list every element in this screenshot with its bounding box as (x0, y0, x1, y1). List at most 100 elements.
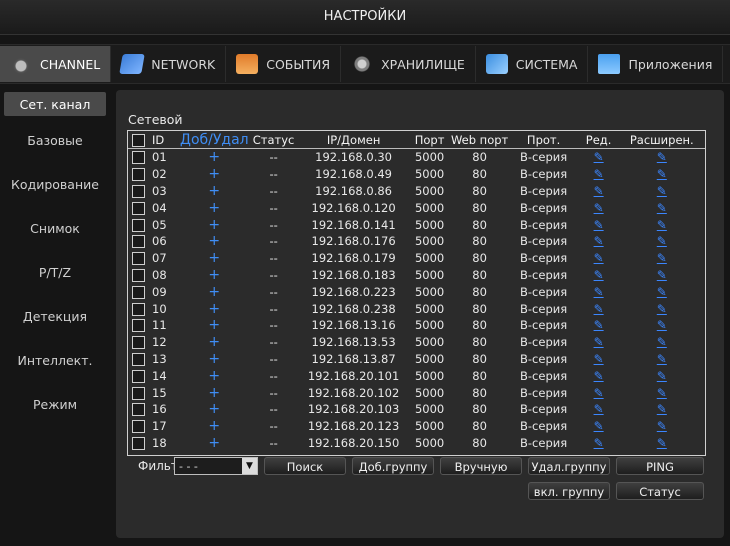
edit-pencil-icon[interactable]: ✎ (594, 184, 604, 198)
edit-pencil-icon[interactable]: ✎ (594, 167, 604, 181)
delete-group-button[interactable]: Удал.группу (528, 457, 610, 475)
filter-dropdown[interactable]: - - - ▼ (174, 457, 258, 475)
status-button[interactable]: Статус (616, 482, 704, 500)
add-channel-button[interactable]: + (180, 233, 249, 250)
edit-pencil-icon[interactable]: ✎ (594, 386, 604, 400)
edit-pencil-icon[interactable]: ✎ (594, 268, 604, 282)
row-checkbox[interactable] (131, 302, 145, 316)
add-channel-button[interactable]: + (180, 401, 249, 418)
edit-pencil-icon[interactable]: ✎ (594, 285, 604, 299)
sidebar-item[interactable]: Детекция (0, 294, 110, 338)
extended-edit-pencil-icon[interactable]: ✎ (657, 201, 667, 215)
row-checkbox[interactable] (131, 420, 145, 434)
add-channel-button[interactable]: + (180, 384, 249, 401)
add-channel-button[interactable]: + (180, 435, 249, 452)
row-checkbox[interactable] (131, 184, 145, 198)
row-checkbox[interactable] (131, 403, 145, 417)
add-channel-button[interactable]: + (180, 334, 249, 351)
row-checkbox[interactable] (131, 151, 145, 165)
add-channel-button[interactable]: + (180, 199, 249, 216)
add-channel-button[interactable]: + (180, 367, 249, 384)
extended-edit-pencil-icon[interactable]: ✎ (657, 335, 667, 349)
sidebar-item[interactable]: Кодирование (0, 162, 110, 206)
enable-group-button[interactable]: вкл. группу (528, 482, 610, 500)
extended-edit-pencil-icon[interactable]: ✎ (657, 318, 667, 332)
sidebar-item[interactable]: Снимок (0, 206, 110, 250)
extended-edit-pencil-icon[interactable]: ✎ (657, 402, 667, 416)
row-checkbox[interactable] (131, 285, 145, 299)
tab-channel[interactable]: CHANNEL (0, 46, 112, 82)
tab-events[interactable]: СОБЫТИЯ (226, 46, 342, 82)
extended-edit-pencil-icon[interactable]: ✎ (657, 167, 667, 181)
row-ip: 192.168.13.87 (311, 351, 396, 366)
add-channel-button[interactable]: + (180, 267, 249, 284)
row-status: -- (269, 402, 278, 417)
add-channel-button[interactable]: + (180, 300, 249, 317)
edit-pencil-icon[interactable]: ✎ (594, 352, 604, 366)
column-header: Статус (248, 131, 299, 149)
sidebar-item[interactable]: Базовые (0, 118, 110, 162)
row-web-port: 80 (472, 335, 487, 350)
tab-apps[interactable]: Приложения (588, 46, 724, 82)
search-button[interactable]: Поиск (264, 457, 346, 475)
sidebar-item[interactable]: P/T/Z (0, 250, 110, 294)
add-channel-button[interactable]: + (180, 216, 249, 233)
edit-pencil-icon[interactable]: ✎ (594, 335, 604, 349)
row-checkbox[interactable] (131, 369, 145, 383)
sidebar-item[interactable]: Интеллект. (0, 338, 110, 382)
add-channel-button[interactable]: + (180, 351, 249, 368)
extended-edit-pencil-icon[interactable]: ✎ (657, 436, 667, 450)
row-checkbox[interactable] (131, 252, 145, 266)
add-channel-button[interactable]: + (180, 166, 249, 183)
tab-network[interactable]: NETWORK (111, 46, 227, 82)
edit-pencil-icon[interactable]: ✎ (594, 251, 604, 265)
edit-pencil-icon[interactable]: ✎ (594, 369, 604, 383)
edit-pencil-icon[interactable]: ✎ (594, 436, 604, 450)
row-checkbox[interactable] (131, 218, 145, 232)
sidebar-item[interactable]: Режим (0, 382, 110, 426)
edit-pencil-icon[interactable]: ✎ (594, 234, 604, 248)
edit-pencil-icon[interactable]: ✎ (594, 218, 604, 232)
extended-edit-pencil-icon[interactable]: ✎ (657, 268, 667, 282)
row-checkbox[interactable] (131, 168, 145, 182)
tab-system[interactable]: СИСТЕМА (476, 46, 589, 82)
row-checkbox[interactable] (131, 268, 145, 282)
extended-edit-pencil-icon[interactable]: ✎ (657, 302, 667, 316)
extended-edit-pencil-icon[interactable]: ✎ (657, 419, 667, 433)
row-checkbox[interactable] (131, 319, 145, 333)
row-checkbox[interactable] (131, 235, 145, 249)
add-channel-button[interactable]: + (180, 149, 249, 166)
add-channel-button[interactable]: + (180, 183, 249, 200)
add-channel-button[interactable]: + (180, 317, 249, 334)
extended-edit-pencil-icon[interactable]: ✎ (657, 352, 667, 366)
ping-button[interactable]: PING (616, 457, 704, 475)
add-channel-button[interactable]: + (180, 250, 249, 267)
edit-pencil-icon[interactable]: ✎ (594, 318, 604, 332)
add-group-button[interactable]: Доб.группу (352, 457, 434, 475)
edit-pencil-icon[interactable]: ✎ (594, 302, 604, 316)
extended-edit-pencil-icon[interactable]: ✎ (657, 251, 667, 265)
extended-edit-pencil-icon[interactable]: ✎ (657, 369, 667, 383)
add-channel-button[interactable]: + (180, 283, 249, 300)
row-checkbox[interactable] (131, 201, 145, 215)
sidebar-item[interactable]: Сет. канал (4, 92, 106, 116)
row-checkbox[interactable] (131, 336, 145, 350)
edit-pencil-icon[interactable]: ✎ (594, 419, 604, 433)
tab-storage[interactable]: ХРАНИЛИЩЕ (341, 46, 476, 82)
add-channel-button[interactable]: + (180, 418, 249, 435)
row-checkbox[interactable] (131, 436, 145, 450)
extended-edit-pencil-icon[interactable]: ✎ (657, 386, 667, 400)
row-checkbox[interactable] (131, 386, 145, 400)
extended-edit-pencil-icon[interactable]: ✎ (657, 218, 667, 232)
edit-pencil-icon[interactable]: ✎ (594, 201, 604, 215)
edit-pencil-icon[interactable]: ✎ (594, 402, 604, 416)
manual-button[interactable]: Вручную (440, 457, 522, 475)
select-all-checkbox[interactable] (131, 133, 145, 147)
extended-edit-pencil-icon[interactable]: ✎ (657, 150, 667, 164)
extended-edit-pencil-icon[interactable]: ✎ (657, 184, 667, 198)
extended-edit-pencil-icon[interactable]: ✎ (657, 285, 667, 299)
row-checkbox[interactable] (131, 352, 145, 366)
chevron-down-icon[interactable]: ▼ (242, 458, 257, 474)
edit-pencil-icon[interactable]: ✎ (594, 150, 604, 164)
extended-edit-pencil-icon[interactable]: ✎ (657, 234, 667, 248)
